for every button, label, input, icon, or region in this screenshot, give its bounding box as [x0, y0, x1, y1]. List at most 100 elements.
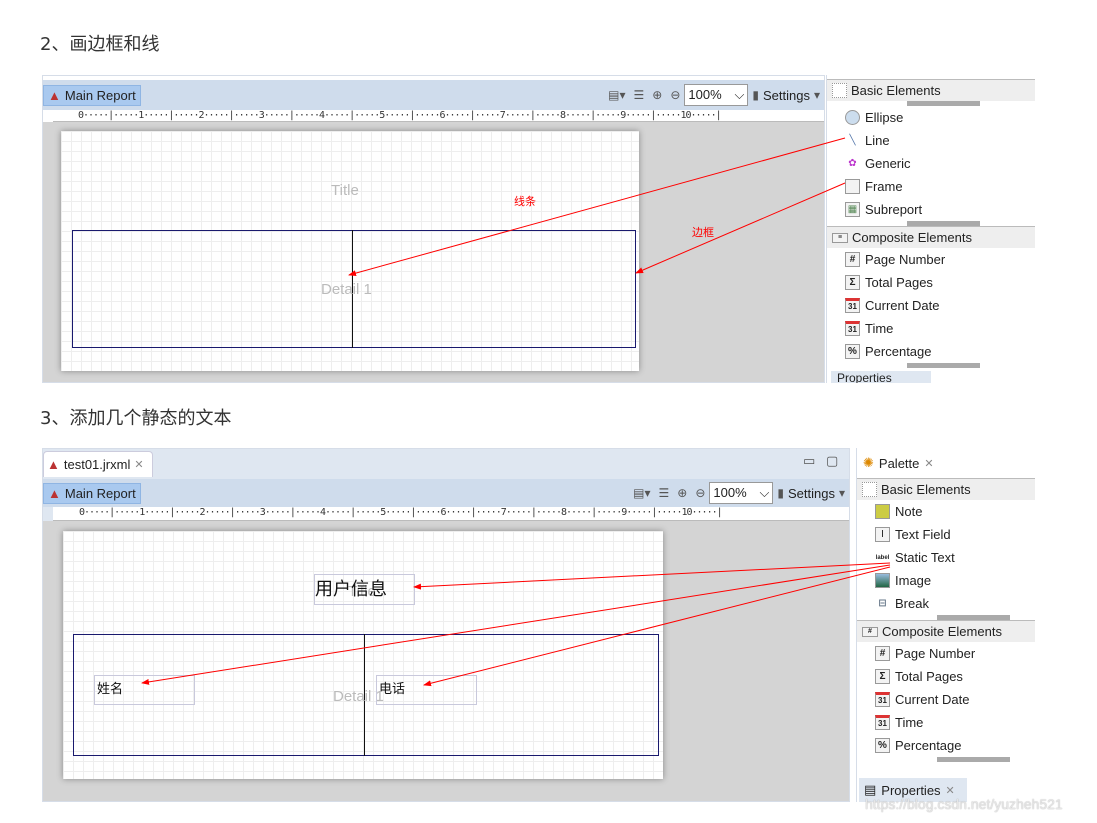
palette-item-ellipse[interactable]: Ellipse: [827, 106, 1035, 129]
palette-item-break[interactable]: ⊟ Break: [857, 592, 1035, 615]
frame-icon: [845, 179, 860, 194]
annotation-line: 线条: [514, 195, 536, 208]
palette-item-static-text[interactable]: label Static Text: [857, 546, 1035, 569]
report-page: Title 用户信息 Detail 1 姓名 电话: [63, 531, 663, 779]
palette-item-image[interactable]: Image: [857, 569, 1035, 592]
sigma-icon: Σ: [845, 275, 860, 290]
horizontal-ruler: 0·····|·····1·····|·····2·····|·····3···…: [53, 110, 824, 122]
annotation-frame: 边框: [692, 226, 714, 239]
percent-icon: %: [845, 344, 860, 359]
report-page: Title Detail 1: [61, 131, 639, 371]
palette-panel: ✺ Palette ✕ Basic Elements Note I Text Fiel…: [856, 448, 1035, 802]
text-field-icon: I: [875, 527, 890, 542]
static-text-title[interactable]: 用户信息: [314, 574, 415, 605]
ellipse-icon: [845, 110, 860, 125]
category-basic-elements[interactable]: Basic Elements: [827, 79, 1035, 101]
palette-item-subreport[interactable]: ▦ Subreport: [827, 198, 1035, 221]
settings-dropdown-icon[interactable]: ▾: [814, 88, 820, 102]
zoom-in-icon[interactable]: ⊕: [652, 88, 662, 102]
palette-item-current-date[interactable]: 31 Current Date: [857, 688, 1035, 711]
palette-icon: ✺: [863, 455, 874, 470]
palette-item-total-pages[interactable]: Σ Total Pages: [827, 271, 1035, 294]
sigma-icon: Σ: [875, 669, 890, 684]
line-icon: ╲: [849, 135, 856, 146]
palette-panel: Basic Elements Ellipse ╲ Line ✿ Generic Fr…: [826, 75, 1035, 383]
calendar-icon: 31: [875, 715, 890, 730]
category-composite-elements[interactable]: ≡ Composite Elements: [827, 226, 1035, 248]
bands-icon[interactable]: ☰: [633, 88, 644, 102]
bands-icon[interactable]: ☰: [658, 486, 669, 500]
main-report-button[interactable]: ▲ Main Report: [43, 84, 141, 106]
report-icon: ▲: [48, 485, 61, 501]
composite-icon: ≡: [832, 232, 848, 243]
generic-icon: ✿: [848, 158, 857, 169]
palette-item-generic[interactable]: ✿ Generic: [827, 152, 1035, 175]
basic-elements-icon: [832, 83, 847, 98]
scroll-down[interactable]: [907, 363, 980, 368]
palette-item-frame[interactable]: Frame: [827, 175, 1035, 198]
settings-icon: ▮: [752, 88, 759, 102]
horizontal-ruler: 0·····|·····1·····|·····2·····|·····3···…: [53, 507, 849, 521]
settings-dropdown-icon[interactable]: ▾: [839, 486, 845, 500]
title-band-label: Title: [331, 182, 359, 199]
section-heading: 2、画边框和线: [40, 34, 160, 55]
zoom-out-icon[interactable]: ⊖: [670, 88, 680, 102]
scroll-down[interactable]: [937, 757, 1010, 762]
binary-icon[interactable]: ▤▾: [633, 486, 650, 500]
binary-icon[interactable]: ▤▾: [608, 88, 625, 102]
palette-item-note[interactable]: Note: [857, 500, 1035, 523]
category-basic-elements[interactable]: Basic Elements: [857, 478, 1035, 500]
watermark: https://blog.csdn.net/yuzheh521: [865, 796, 1063, 812]
palette-item-percentage[interactable]: % Percentage: [827, 340, 1035, 363]
palette-item-time[interactable]: 31 Time: [857, 711, 1035, 734]
subreport-icon: ▦: [845, 202, 860, 217]
palette-item-text-field[interactable]: I Text Field: [857, 523, 1035, 546]
break-icon: ⊟: [878, 598, 887, 609]
close-icon[interactable]: ✕: [946, 784, 955, 797]
composite-icon: #: [862, 626, 878, 637]
category-composite-elements[interactable]: # Composite Elements: [857, 620, 1035, 642]
hash-icon: #: [875, 646, 890, 661]
report-icon: ▲: [48, 87, 61, 103]
zoom-in-icon[interactable]: ⊕: [677, 486, 687, 500]
note-icon: [875, 504, 890, 519]
main-report-button[interactable]: ▲ Main Report: [43, 482, 141, 504]
hash-icon: #: [845, 252, 860, 267]
image-icon: [875, 573, 890, 588]
settings-button[interactable]: Settings: [788, 486, 835, 501]
calendar-icon: 31: [875, 692, 890, 707]
close-icon[interactable]: ✕: [924, 457, 933, 470]
zoom-select[interactable]: 100% ⌵: [709, 482, 774, 504]
palette-item-percentage[interactable]: % Percentage: [857, 734, 1035, 757]
report-editor: ▲ test01.jrxml ✕ ▭ ▢ ▲ Main Report ▤▾ ☰ ⊕ ⊖…: [42, 448, 850, 802]
detail-band-label: Detail 1: [321, 281, 372, 298]
properties-tab[interactable]: Properties: [831, 371, 931, 383]
calendar-icon: 31: [845, 298, 860, 313]
palette-item-line[interactable]: ╲ Line: [827, 129, 1035, 152]
report-icon: ▲: [47, 457, 60, 472]
static-text-phone[interactable]: 电话: [376, 675, 477, 705]
settings-button[interactable]: Settings: [763, 88, 810, 103]
basic-elements-icon: [862, 482, 877, 497]
zoom-select[interactable]: 100% ⌵: [684, 84, 749, 106]
close-icon[interactable]: ✕: [134, 458, 143, 471]
static-text-name[interactable]: 姓名: [94, 675, 195, 705]
palette-item-time[interactable]: 31 Time: [827, 317, 1035, 340]
palette-tab[interactable]: ✺ Palette ✕: [857, 448, 947, 478]
editor-toolbar: ▲ Main Report ▤▾ ☰ ⊕ ⊖ 100% ⌵ ▮ Settings ▾: [43, 80, 824, 110]
zoom-out-icon[interactable]: ⊖: [695, 486, 705, 500]
palette-item-current-date[interactable]: 31 Current Date: [827, 294, 1035, 317]
palette-item-page-number[interactable]: # Page Number: [827, 248, 1035, 271]
percent-icon: %: [875, 738, 890, 753]
chevron-down-icon: ⌵: [734, 87, 745, 102]
palette-item-page-number[interactable]: # Page Number: [857, 642, 1035, 665]
editor-toolbar: ▲ Main Report ▤▾ ☰ ⊕ ⊖ 100% ⌵ ▮ Settings ▾: [43, 479, 849, 507]
maximize-icon[interactable]: ▢: [826, 453, 838, 469]
settings-icon: ▮: [777, 486, 784, 500]
section-heading: 3、添加几个静态的文本: [40, 408, 232, 429]
file-tab[interactable]: ▲ test01.jrxml ✕: [43, 451, 153, 477]
palette-item-total-pages[interactable]: Σ Total Pages: [857, 665, 1035, 688]
minimize-icon[interactable]: ▭: [803, 453, 815, 469]
chevron-down-icon: ⌵: [759, 485, 770, 500]
static-text-icon: label: [875, 554, 890, 561]
